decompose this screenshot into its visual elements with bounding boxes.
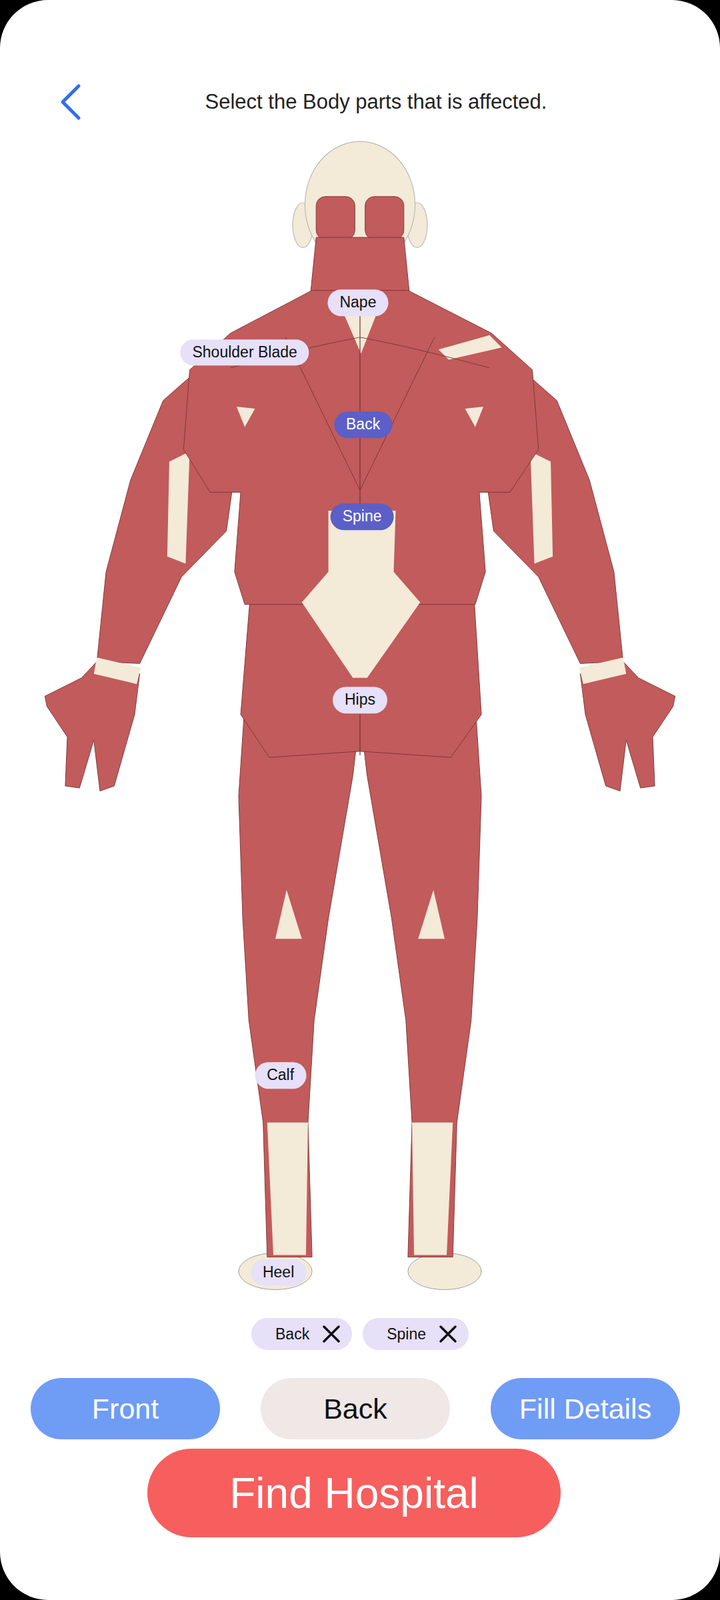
body-figure: Nape Shoulder Blade Back Spine Hips Calf Heel bbox=[0, 133, 720, 1306]
selected-chip: Spine bbox=[362, 1318, 469, 1350]
body-part-pin[interactable]: Back bbox=[334, 412, 392, 439]
view-buttons: Front Back Fill Details bbox=[0, 1378, 720, 1440]
view-button-label[interactable]: Fill Details bbox=[519, 1392, 652, 1426]
remove-button[interactable] bbox=[321, 1324, 342, 1344]
body-part-label[interactable]: Spine bbox=[342, 507, 382, 525]
close-icon[interactable] bbox=[438, 1324, 458, 1344]
find-hospital-button[interactable]: Find Hospital bbox=[147, 1448, 561, 1538]
body-part-pin[interactable]: Shoulder Blade bbox=[180, 339, 309, 366]
body-part-label[interactable]: Shoulder Blade bbox=[192, 343, 297, 361]
view-button[interactable]: Front bbox=[30, 1378, 220, 1440]
body-part-label[interactable]: Nape bbox=[339, 293, 376, 311]
body-part-pin[interactable]: Spine bbox=[330, 503, 394, 530]
view-button[interactable]: Fill Details bbox=[490, 1378, 680, 1440]
close-icon[interactable] bbox=[321, 1324, 342, 1344]
body-part-pin[interactable]: Nape bbox=[327, 289, 388, 316]
chip-label: Spine bbox=[386, 1325, 426, 1344]
back-button[interactable] bbox=[58, 82, 96, 122]
chevron-left-icon[interactable] bbox=[58, 83, 83, 121]
primary-action: Find Hospital bbox=[0, 1448, 720, 1538]
selected-chip: Back bbox=[251, 1318, 352, 1350]
body-part-pin[interactable]: Hips bbox=[332, 687, 388, 714]
body-part-label[interactable]: Hips bbox=[344, 691, 376, 709]
body-part-label[interactable]: Heel bbox=[262, 1263, 294, 1281]
page-title: Select the Body parts that is affected. bbox=[96, 90, 694, 114]
view-button-label[interactable]: Front bbox=[92, 1392, 159, 1426]
selected-parts: Back Spine bbox=[0, 1318, 720, 1350]
view-button-label[interactable]: Back bbox=[323, 1392, 388, 1426]
body-part-label[interactable]: Calf bbox=[266, 1066, 294, 1084]
body-part-label[interactable]: Back bbox=[346, 416, 380, 434]
header: Select the Body parts that is affected. bbox=[0, 0, 720, 130]
screen: Select the Body parts that is affected. N… bbox=[0, 0, 720, 1600]
chip-label: Back bbox=[275, 1325, 310, 1344]
body-part-pin[interactable]: Heel bbox=[250, 1259, 306, 1286]
body-part-pin[interactable]: Calf bbox=[254, 1062, 306, 1090]
remove-button[interactable] bbox=[438, 1324, 458, 1344]
view-button[interactable]: Back bbox=[260, 1378, 450, 1440]
